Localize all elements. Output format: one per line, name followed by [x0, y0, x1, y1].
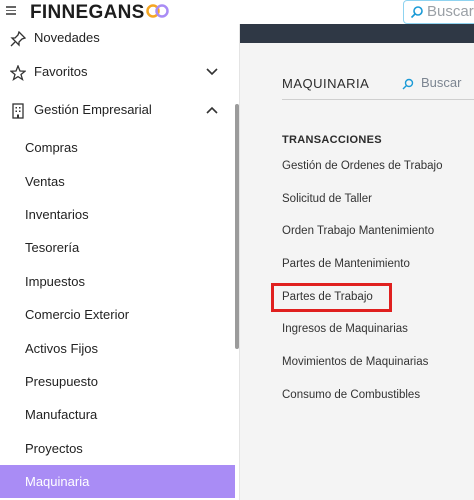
- sidebar-subitem-label: Tesorería: [25, 240, 80, 255]
- search-icon: [402, 78, 414, 90]
- sidebar: Novedades Favoritos Gestión Empresarial …: [0, 24, 240, 500]
- sidebar-subitem-tesoreria[interactable]: Tesorería: [0, 231, 235, 264]
- sidebar-subitem-inventarios[interactable]: Inventarios: [0, 198, 235, 231]
- title-divider: [282, 99, 474, 100]
- sidebar-subitem-manufactura[interactable]: Manufactura: [0, 398, 235, 431]
- link-ingresos-maquinarias[interactable]: Ingresos de Maquinarias: [282, 323, 408, 335]
- sidebar-item-gestion-empresarial[interactable]: Gestión Empresarial: [0, 96, 235, 126]
- main-content: MAQUINARIA Buscar TRANSACCIONES Gestión …: [240, 24, 474, 500]
- sidebar-subitem-activos-fijos[interactable]: Activos Fijos: [0, 332, 235, 365]
- sidebar-item-favoritos[interactable]: Favoritos: [0, 58, 235, 88]
- sidebar-item-label: Novedades: [34, 30, 100, 45]
- sidebar-scrollbar[interactable]: [235, 104, 239, 349]
- sidebar-subitem-label: Inventarios: [25, 207, 89, 222]
- global-search-input[interactable]: Buscar...: [403, 0, 474, 24]
- link-orden-trabajo-mantenimiento[interactable]: Orden Trabajo Mantenimiento: [282, 225, 434, 237]
- link-consumo-combustibles[interactable]: Consumo de Combustibles: [282, 389, 420, 401]
- pin-icon: [10, 31, 26, 47]
- sidebar-subitem-label: Manufactura: [25, 407, 98, 422]
- link-solicitud-taller[interactable]: Solicitud de Taller: [282, 193, 372, 205]
- brand-logo-icon: [146, 4, 169, 18]
- sidebar-subitem-label: Impuestos: [25, 274, 85, 289]
- global-search-placeholder: Buscar...: [427, 3, 474, 20]
- building-icon: [12, 103, 24, 119]
- section-title: TRANSACCIONES: [282, 134, 382, 146]
- link-gestion-ordenes-trabajo[interactable]: Gestión de Ordenes de Trabajo: [282, 160, 442, 172]
- sidebar-subitem-proyectos[interactable]: Proyectos: [0, 432, 235, 465]
- sidebar-subitem-compras[interactable]: Compras: [0, 131, 235, 164]
- sidebar-subitem-presupuesto[interactable]: Presupuesto: [0, 365, 235, 398]
- sidebar-subitem-label: Presupuesto: [25, 374, 98, 389]
- sidebar-subitem-impuestos[interactable]: Impuestos: [0, 265, 235, 298]
- sidebar-subitem-label: Comercio Exterior: [25, 307, 130, 322]
- menu-icon[interactable]: [6, 4, 18, 18]
- sidebar-subitem-label: Ventas: [25, 174, 65, 189]
- module-search-label: Buscar: [421, 75, 462, 90]
- sidebar-item-label: Favoritos: [34, 64, 88, 79]
- sidebar-subitem-label: Proyectos: [25, 441, 83, 456]
- content-header-strip: [240, 24, 474, 43]
- brand-logo-text: FINNEGANS: [30, 2, 145, 23]
- sidebar-subitem-label: Maquinaria: [25, 474, 90, 489]
- star-icon: [10, 65, 26, 81]
- chevron-down-icon[interactable]: [206, 67, 218, 77]
- link-partes-mantenimiento[interactable]: Partes de Mantenimiento: [282, 258, 410, 270]
- sidebar-subitem-label: Activos Fijos: [25, 341, 98, 356]
- module-title: MAQUINARIA: [282, 76, 370, 91]
- highlight-annotation-box: [271, 283, 392, 312]
- sidebar-subitem-comercio-exterior[interactable]: Comercio Exterior: [0, 298, 235, 331]
- sidebar-subitem-label: Compras: [25, 140, 78, 155]
- chevron-up-icon[interactable]: [206, 105, 218, 115]
- sidebar-subitem-maquinaria[interactable]: Maquinaria: [0, 465, 235, 498]
- link-movimientos-maquinarias[interactable]: Movimientos de Maquinarias: [282, 356, 428, 368]
- sidebar-subitem-ventas[interactable]: Ventas: [0, 165, 235, 198]
- search-icon: [410, 6, 423, 19]
- sidebar-item-novedades[interactable]: Novedades: [0, 24, 235, 54]
- sidebar-item-label: Gestión Empresarial: [34, 102, 152, 117]
